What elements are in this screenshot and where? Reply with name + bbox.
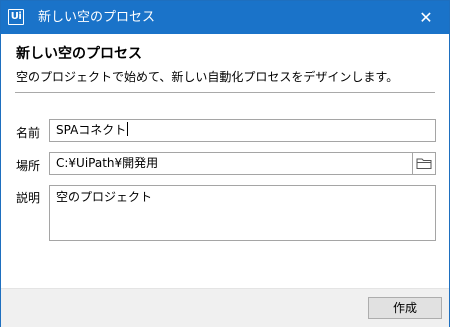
name-input[interactable]: SPAコネクト bbox=[49, 119, 436, 142]
text-caret bbox=[127, 122, 129, 136]
title-bar[interactable]: Ui 新しい空のプロセス ✕ bbox=[1, 1, 449, 34]
close-icon: ✕ bbox=[419, 8, 433, 27]
folder-icon bbox=[416, 158, 432, 169]
window-title: 新しい空のプロセス bbox=[38, 10, 156, 25]
header-divider bbox=[15, 92, 435, 93]
location-input[interactable]: C:¥UiPath¥開発用 bbox=[49, 152, 413, 175]
dialog-description: 空のプロジェクトで始めて、新しい自動化プロセスをデザインします。 bbox=[16, 70, 399, 84]
dialog-footer: 作成 bbox=[1, 288, 449, 327]
description-textarea[interactable]: 空のプロジェクト bbox=[49, 185, 436, 241]
browse-folder-button[interactable] bbox=[412, 152, 436, 175]
new-blank-process-dialog: Ui 新しい空のプロセス ✕ 新しい空のプロセス 空のプロジェクトで始めて、新し… bbox=[0, 0, 450, 327]
location-input-value: C:¥UiPath¥開発用 bbox=[56, 156, 159, 170]
uipath-logo-icon: Ui bbox=[8, 9, 24, 25]
description-textarea-value: 空のプロジェクト bbox=[56, 190, 153, 204]
location-label: 場所 bbox=[16, 159, 41, 173]
create-button[interactable]: 作成 bbox=[368, 297, 442, 319]
name-input-value: SPAコネクト bbox=[56, 123, 127, 137]
description-label: 説明 bbox=[16, 191, 41, 205]
close-button[interactable]: ✕ bbox=[403, 1, 449, 34]
dialog-heading: 新しい空のプロセス bbox=[16, 46, 142, 62]
name-label: 名前 bbox=[16, 126, 41, 140]
